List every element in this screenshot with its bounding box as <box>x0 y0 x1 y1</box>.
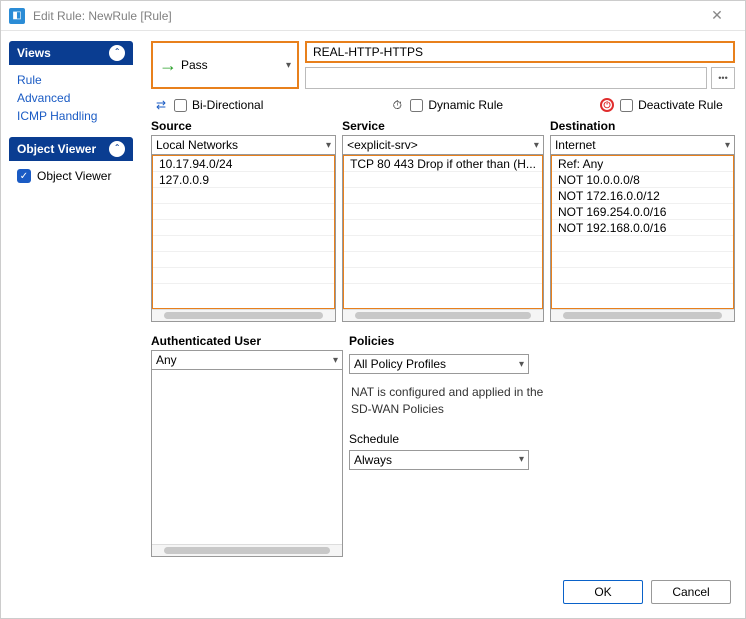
close-button[interactable]: ✕ <box>697 2 737 30</box>
destination-list[interactable]: Ref: Any NOT 10.0.0.0/8 NOT 172.16.0.0/1… <box>550 154 735 322</box>
views-link-rule[interactable]: Rule <box>17 71 125 89</box>
chevron-down-icon: ▾ <box>286 60 291 71</box>
schedule-selector[interactable]: Always ▾ <box>349 450 529 470</box>
destination-selector-value: Internet <box>555 138 596 152</box>
action-selector[interactable]: → Pass ▾ <box>151 41 299 89</box>
list-item[interactable]: NOT 169.254.0.0/16 <box>552 204 733 220</box>
pass-arrow-icon: → <box>159 56 177 74</box>
h-scrollbar[interactable] <box>343 309 543 321</box>
rule-name-field[interactable]: REAL-HTTP-HTTPS <box>305 41 735 63</box>
views-link-icmp[interactable]: ICMP Handling <box>17 107 125 125</box>
source-list[interactable]: 10.17.94.0/24 127.0.0.9 <box>151 154 336 322</box>
list-item[interactable]: 127.0.0.9 <box>153 172 334 188</box>
list-item[interactable]: NOT 192.168.0.0/16 <box>552 220 733 236</box>
stopwatch-icon: ⏱ <box>389 97 405 113</box>
list-item[interactable]: Ref: Any <box>552 156 733 172</box>
source-title: Source <box>151 119 336 135</box>
source-selector[interactable]: Local Networks ▾ <box>151 135 336 155</box>
bidirectional-checkbox[interactable] <box>174 99 187 112</box>
service-selector[interactable]: <explicit-srv> ▾ <box>342 135 544 155</box>
auth-user-selector[interactable]: Any ▾ <box>151 350 343 370</box>
deactivate-label: Deactivate Rule <box>638 98 723 112</box>
service-list[interactable]: TCP 80 443 Drop if other than (H... <box>342 154 544 322</box>
views-links: Rule Advanced ICMP Handling <box>9 65 133 137</box>
list-item[interactable]: TCP 80 443 Drop if other than (H... <box>344 156 542 172</box>
chevron-up-icon: ˆ <box>109 141 125 157</box>
h-scrollbar[interactable] <box>152 544 342 556</box>
deactivate-toggle[interactable]: ⏻ Deactivate Rule <box>599 97 723 113</box>
policy-profile-selector[interactable]: All Policy Profiles ▾ <box>349 354 529 374</box>
bidirectional-toggle[interactable]: ⇄ Bi-Directional <box>153 97 263 113</box>
object-viewer-header-label: Object Viewer <box>17 142 96 156</box>
policies-title: Policies <box>349 334 735 350</box>
list-item[interactable]: 10.17.94.0/24 <box>153 156 334 172</box>
auth-user-column: Authenticated User Any ▾ <box>151 334 343 557</box>
chevron-down-icon: ▾ <box>326 140 331 151</box>
destination-title: Destination <box>550 119 735 135</box>
dynamic-toggle[interactable]: ⏱ Dynamic Rule <box>389 97 503 113</box>
swap-icon: ⇄ <box>153 97 169 113</box>
chevron-down-icon: ▾ <box>519 359 524 370</box>
chevron-down-icon: ▾ <box>519 454 524 465</box>
deactivate-checkbox[interactable] <box>620 99 633 112</box>
chevron-down-icon: ▾ <box>333 355 338 366</box>
object-viewer-toggle[interactable]: ✓ Object Viewer <box>13 167 129 185</box>
destination-selector[interactable]: Internet ▾ <box>550 135 735 155</box>
list-item[interactable]: NOT 172.16.0.0/12 <box>552 188 733 204</box>
destination-column: Destination Internet ▾ Ref: Any NOT 10.0… <box>550 119 735 322</box>
policies-column: Policies All Policy Profiles ▾ NAT is co… <box>349 334 735 557</box>
chevron-down-icon: ▾ <box>534 140 539 151</box>
nat-note: NAT is configured and applied in the SD-… <box>349 378 569 426</box>
auth-user-value: Any <box>156 353 177 367</box>
auth-user-title: Authenticated User <box>151 334 343 350</box>
dynamic-label: Dynamic Rule <box>428 98 503 112</box>
service-column: Service <explicit-srv> ▾ TCP 80 443 Drop… <box>342 119 544 322</box>
policy-profile-value: All Policy Profiles <box>354 357 446 371</box>
h-scrollbar[interactable] <box>152 309 335 321</box>
rule-name-text: REAL-HTTP-HTTPS <box>313 45 423 59</box>
check-icon: ✓ <box>17 169 31 183</box>
source-selector-value: Local Networks <box>156 138 238 152</box>
views-link-advanced[interactable]: Advanced <box>17 89 125 107</box>
auth-user-list[interactable] <box>151 369 343 557</box>
chevron-up-icon: ˆ <box>109 45 125 61</box>
schedule-label: Schedule <box>349 430 735 446</box>
bidirectional-label: Bi-Directional <box>192 98 263 112</box>
power-icon: ⏻ <box>599 97 615 113</box>
dynamic-checkbox[interactable] <box>410 99 423 112</box>
ok-button[interactable]: OK <box>563 580 643 604</box>
list-item[interactable]: NOT 10.0.0.0/8 <box>552 172 733 188</box>
dialog-buttons: OK Cancel <box>151 572 735 612</box>
action-label: Pass <box>181 58 282 72</box>
service-title: Service <box>342 119 544 135</box>
titlebar: ◧ Edit Rule: NewRule [Rule] ✕ <box>1 1 745 31</box>
app-icon: ◧ <box>9 8 25 24</box>
schedule-value: Always <box>354 453 392 467</box>
views-header-label: Views <box>17 46 51 60</box>
service-selector-value: <explicit-srv> <box>347 138 418 152</box>
rule-description-field[interactable] <box>305 67 707 89</box>
window-title: Edit Rule: NewRule [Rule] <box>33 9 697 23</box>
description-more-button[interactable]: ••• <box>711 67 735 89</box>
source-column: Source Local Networks ▾ 10.17.94.0/24 12… <box>151 119 336 322</box>
cancel-button[interactable]: Cancel <box>651 580 731 604</box>
views-panel-header[interactable]: Views ˆ <box>9 41 133 65</box>
main-panel: → Pass ▾ REAL-HTTP-HTTPS ••• ⇄ Bi-Direct… <box>141 31 745 618</box>
object-viewer-header[interactable]: Object Viewer ˆ <box>9 137 133 161</box>
chevron-down-icon: ▾ <box>725 140 730 151</box>
object-viewer-label: Object Viewer <box>37 169 111 183</box>
h-scrollbar[interactable] <box>551 309 734 321</box>
sidebar: Views ˆ Rule Advanced ICMP Handling Obje… <box>1 31 141 618</box>
